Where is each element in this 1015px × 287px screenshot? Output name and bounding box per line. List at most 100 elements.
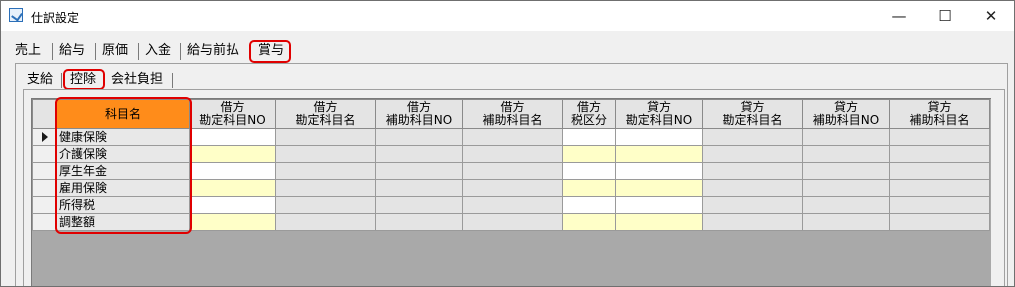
row-selector[interactable] xyxy=(32,179,57,197)
tab-separator xyxy=(52,43,53,60)
tab-salary-advance[interactable]: 給与前払 xyxy=(187,41,239,61)
minimize-button[interactable]: — xyxy=(876,1,922,31)
debit-tax-class-cell[interactable] xyxy=(562,145,616,163)
debit-sub-no-cell xyxy=(375,179,463,197)
header-line2: 勘定科目NO xyxy=(199,113,266,127)
row-selector[interactable] xyxy=(32,213,57,231)
credit-account-name-cell xyxy=(702,213,803,231)
credit-account-no-cell[interactable] xyxy=(615,213,703,231)
col-header-debit-sub-no: 借方 補助科目NO xyxy=(375,99,463,129)
credit-sub-no-cell xyxy=(802,179,890,197)
debit-account-no-cell[interactable] xyxy=(189,213,276,231)
debit-sub-no-cell xyxy=(375,213,463,231)
tab-payment-received[interactable]: 入金 xyxy=(145,41,171,61)
credit-sub-name-cell xyxy=(889,213,990,231)
row-selector[interactable] xyxy=(32,145,57,163)
credit-sub-name-cell xyxy=(889,145,990,163)
debit-tax-class-cell[interactable] xyxy=(562,213,616,231)
debit-sub-no-cell xyxy=(375,162,463,180)
debit-sub-name-cell xyxy=(462,162,563,180)
maximize-button[interactable]: ☐ xyxy=(922,1,968,31)
credit-account-no-cell[interactable] xyxy=(615,128,703,146)
debit-account-no-cell[interactable] xyxy=(189,179,276,197)
credit-account-name-cell xyxy=(702,179,803,197)
tab-payment[interactable]: 支給 xyxy=(27,71,53,89)
header-line1: 借方 xyxy=(406,100,431,114)
col-header-debit-sub-name: 借方 補助科目名 xyxy=(462,99,563,129)
journal-settings-window: 仕訳設定 — ☐ ✕ 売上 給与 原価 入金 給与前払 賞与 支給 控除 会社負… xyxy=(0,0,1015,287)
debit-account-no-cell[interactable] xyxy=(189,145,276,163)
row-pointer-icon xyxy=(41,132,48,142)
debit-account-no-cell[interactable] xyxy=(189,162,276,180)
header-line1: 借方 xyxy=(500,100,525,114)
col-header-credit-account-name: 貸方 勘定科目名 xyxy=(702,99,803,129)
debit-sub-name-cell xyxy=(462,213,563,231)
debit-sub-name-cell xyxy=(462,145,563,163)
header-line2: 勘定科目NO xyxy=(625,113,693,127)
credit-sub-no-cell xyxy=(802,213,890,231)
tab-salary[interactable]: 給与 xyxy=(59,41,85,61)
header-line2: 補助科目名 xyxy=(909,113,970,127)
bonus-tab-highlight xyxy=(249,40,291,63)
debit-account-name-cell xyxy=(275,196,376,214)
tab-separator xyxy=(95,43,96,60)
header-line1: 貸方 xyxy=(740,100,765,114)
row-selector[interactable] xyxy=(32,162,57,180)
credit-account-no-cell[interactable] xyxy=(615,179,703,197)
debit-account-no-cell[interactable] xyxy=(189,196,276,214)
debit-sub-no-cell xyxy=(375,145,463,163)
row-selector[interactable] xyxy=(32,196,57,214)
tab-cost[interactable]: 原価 xyxy=(102,41,128,61)
header-line2: 税区分 xyxy=(570,113,607,127)
title-bar: 仕訳設定 — ☐ ✕ xyxy=(1,1,1014,31)
window-title: 仕訳設定 xyxy=(31,11,80,25)
corner-cell xyxy=(32,99,57,129)
tab-separator xyxy=(61,73,62,88)
header-line1: 借方 xyxy=(220,100,245,114)
header-line1: 貸方 xyxy=(833,100,858,114)
header-line1: 貸方 xyxy=(646,100,671,114)
credit-sub-name-cell xyxy=(889,128,990,146)
credit-sub-no-cell xyxy=(802,128,890,146)
credit-account-no-cell[interactable] xyxy=(615,162,703,180)
tab-company-burden[interactable]: 会社負担 xyxy=(111,71,163,89)
debit-sub-name-cell xyxy=(462,128,563,146)
tab-separator xyxy=(138,43,139,60)
debit-sub-no-cell xyxy=(375,128,463,146)
credit-sub-name-cell xyxy=(889,162,990,180)
credit-account-no-cell[interactable] xyxy=(615,145,703,163)
debit-account-name-cell xyxy=(275,145,376,163)
header-line1: 貸方 xyxy=(927,100,952,114)
header-line1: 借方 xyxy=(576,100,601,114)
debit-sub-no-cell xyxy=(375,196,463,214)
header-line2: 補助科目NO xyxy=(812,113,880,127)
debit-tax-class-cell[interactable] xyxy=(562,179,616,197)
header-line2: 勘定科目名 xyxy=(295,113,356,127)
header-line2: 補助科目NO xyxy=(385,113,453,127)
row-selector[interactable] xyxy=(32,128,57,146)
header-line2: 補助科目名 xyxy=(482,113,543,127)
debit-sub-name-cell xyxy=(462,196,563,214)
credit-account-name-cell xyxy=(702,162,803,180)
credit-account-name-cell xyxy=(702,145,803,163)
tab-sales[interactable]: 売上 xyxy=(15,41,41,61)
debit-account-name-cell xyxy=(275,179,376,197)
credit-sub-no-cell xyxy=(802,196,890,214)
col-header-debit-account-no: 借方 勘定科目NO xyxy=(189,99,276,129)
debit-account-name-cell xyxy=(275,213,376,231)
debit-account-no-cell[interactable] xyxy=(189,128,276,146)
debit-account-name-cell xyxy=(275,128,376,146)
debit-account-name-cell xyxy=(275,162,376,180)
debit-tax-class-cell[interactable] xyxy=(562,162,616,180)
close-button[interactable]: ✕ xyxy=(968,1,1014,31)
debit-tax-class-cell[interactable] xyxy=(562,196,616,214)
header-line2: 勘定科目名 xyxy=(722,113,783,127)
credit-account-no-cell[interactable] xyxy=(615,196,703,214)
account-name-column-highlight xyxy=(55,97,192,234)
credit-sub-no-cell xyxy=(802,145,890,163)
col-header-credit-account-no: 貸方 勘定科目NO xyxy=(615,99,703,129)
app-icon xyxy=(9,8,23,22)
credit-sub-name-cell xyxy=(889,179,990,197)
header-line1: 借方 xyxy=(313,100,338,114)
debit-tax-class-cell[interactable] xyxy=(562,128,616,146)
